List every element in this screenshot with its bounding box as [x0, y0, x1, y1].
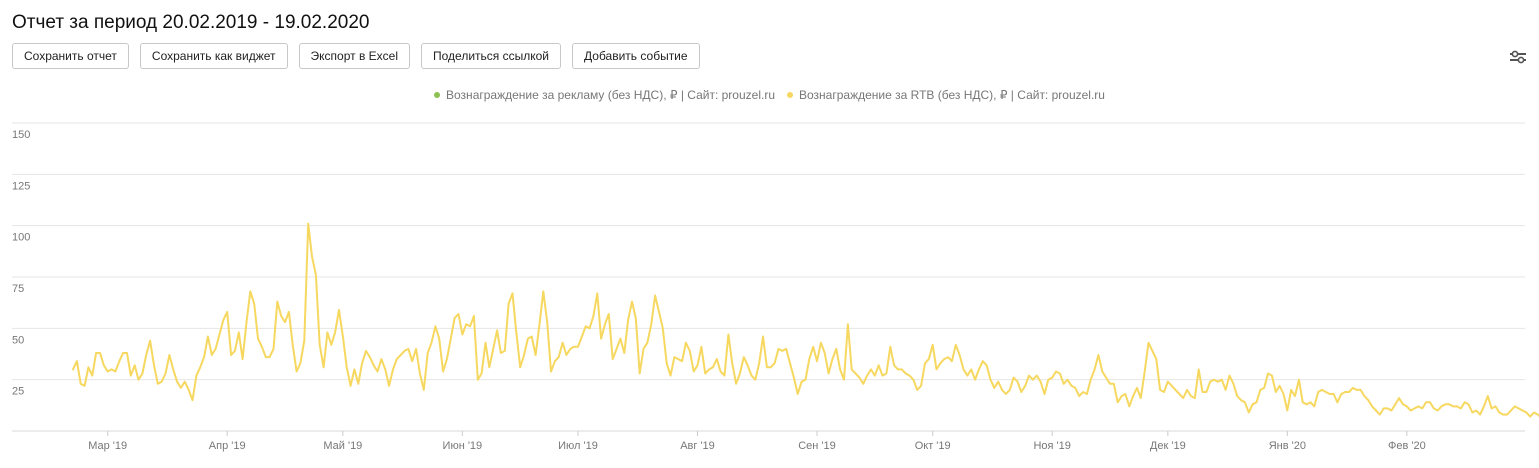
x-tick-label: Мар '19 — [88, 440, 127, 452]
y-tick-label: 75 — [12, 283, 24, 295]
y-tick-label: 50 — [12, 334, 24, 346]
x-tick-label: Май '19 — [323, 440, 362, 452]
export-excel-button[interactable]: Экспорт в Excel — [298, 43, 411, 69]
x-tick-label: Дек '19 — [1150, 440, 1186, 452]
sliders-icon-graphic — [1510, 50, 1526, 64]
x-tick-label: Фев '20 — [1388, 440, 1426, 452]
legend-dot-rtb — [787, 92, 793, 98]
series-line-1 — [72, 222, 1539, 418]
legend-item-ads[interactable]: Вознаграждение за рекламу (без НДС), ₽ |… — [434, 88, 775, 102]
x-tick-label: Апр '19 — [209, 440, 246, 452]
x-tick-label: Сен '19 — [798, 440, 836, 452]
x-tick-label: Авг '19 — [680, 440, 715, 452]
share-link-button[interactable]: Поделиться ссылкой — [421, 43, 562, 69]
y-tick-label: 150 — [12, 129, 30, 141]
toolbar: Сохранить отчет Сохранить как виджет Экс… — [12, 43, 711, 69]
x-tick-label: Янв '20 — [1269, 440, 1306, 452]
save-as-widget-button[interactable]: Сохранить как виджет — [139, 43, 288, 69]
x-tick-label: Июн '19 — [443, 440, 483, 452]
x-tick-label: Окт '19 — [915, 440, 951, 452]
x-tick-label: Ноя '19 — [1033, 440, 1070, 452]
save-report-button[interactable]: Сохранить отчет — [12, 43, 129, 69]
line-chart: 25 50 75 100 125 150 Мар '19 Апр '19 Май '19 Июн … — [12, 122, 1539, 452]
y-tick-label: 25 — [12, 386, 24, 398]
legend-label-ads: Вознаграждение за рекламу (без НДС), ₽ |… — [446, 88, 775, 102]
page-title: Отчет за период 20.02.2019 - 19.02.2020 — [12, 12, 370, 33]
y-tick-label: 100 — [12, 232, 30, 244]
add-event-button[interactable]: Добавить событие — [572, 43, 700, 69]
legend-dot-ads — [434, 92, 441, 98]
y-tick-label: 125 — [12, 180, 30, 192]
chart-legend: Вознаграждение за рекламу (без НДС), ₽ |… — [0, 88, 1539, 102]
x-tick-label: Июл '19 — [558, 440, 598, 452]
sliders-icon[interactable] — [1507, 46, 1529, 68]
legend-label-rtb: Вознаграждение за RTB (без НДС), ₽ | Сай… — [799, 88, 1105, 102]
legend-item-rtb[interactable]: Вознаграждение за RTB (без НДС), ₽ | Сай… — [787, 88, 1105, 102]
